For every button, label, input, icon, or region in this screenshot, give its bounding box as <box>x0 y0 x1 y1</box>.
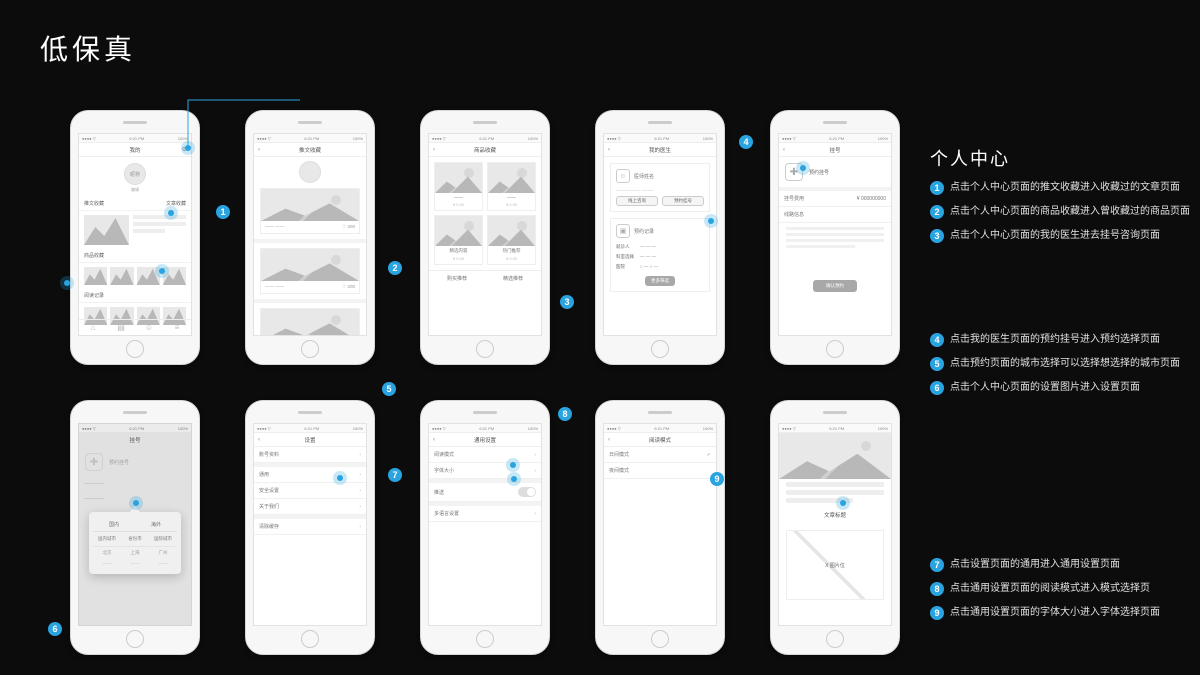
general-item[interactable]: 推送 <box>429 483 541 502</box>
phone-goods: ●●●● ▽6:21 PM100% ‹商品收藏 ——¥ 0.00 ——¥ 0.0… <box>420 110 550 365</box>
flow-badge-4: 4 <box>739 135 753 149</box>
general-item[interactable]: 字体大小› <box>429 463 541 479</box>
mode-item[interactable]: 日间模式✓ <box>604 447 716 463</box>
settings-item[interactable]: 账号资料› <box>254 447 366 463</box>
phone-city: ●●●● ▽6:21 PM100% 挂号 ✚预约挂号 ———— ———— 国内海… <box>70 400 200 655</box>
settings-item[interactable]: 清除缓存› <box>254 519 366 535</box>
flow-badge-1: 1 <box>216 205 230 219</box>
xe-button[interactable]: 更多筛选 <box>645 276 675 286</box>
annotations-group-a: 1点击个人中心页面的推文收藏进入收藏过的文章页面 2点击个人中心页面的商品收藏进… <box>930 178 1190 250</box>
flow-badge-8: 8 <box>558 407 572 421</box>
annotations-group-c: 7点击设置页面的通用进入通用设置页面 8点击通用设置页面的阅读模式进入模式选择页… <box>930 555 1160 627</box>
general-item[interactable]: 阅读模式› <box>429 447 541 463</box>
flow-badge-5: 5 <box>382 382 396 396</box>
consult-button[interactable]: 线上咨询 <box>616 196 658 206</box>
confirm-button[interactable]: 确认预约 <box>813 280 857 292</box>
general-item[interactable]: 多语言设置› <box>429 506 541 522</box>
phone-readmode: ●●●● ▽6:21 PM100% ‹阅读模式 日间模式✓ 夜间模式 <box>595 400 725 655</box>
page-title: 低保真 <box>40 28 136 68</box>
mode-item[interactable]: 夜间模式 <box>604 463 716 479</box>
settings-item[interactable]: 通用› <box>254 467 366 483</box>
doctor-icon: ☺ <box>616 169 630 183</box>
settings-item[interactable]: 安全设置› <box>254 483 366 499</box>
settings-item[interactable]: 关于我们› <box>254 499 366 515</box>
annotations-group-b: 4点击我的医生页面的预约挂号进入预约选择页面 5点击预约页面的城市选择可以选择想… <box>930 330 1180 402</box>
canvas: 低保真 ●●●● ▽6:21 PM100% 我的⚙ 昵称 编辑 推文收藏文章收藏… <box>0 0 1200 675</box>
toggle[interactable] <box>518 487 536 497</box>
phone-appoint: ●●●● ▽6:21 PM100% ‹挂号 ✚预约挂号 挂号费用¥ 000000… <box>770 110 900 365</box>
phone-general: ●●●● ▽6:21 PM100% ‹通用设置 阅读模式› 字体大小› 推送 多… <box>420 400 550 655</box>
flow-badge-6: 6 <box>48 622 62 636</box>
section-title: 个人中心 <box>930 145 1010 171</box>
tabbar[interactable]: ⌂▤☺≡ <box>79 319 191 335</box>
phone-settings: ●●●● ▽6:21 PM100% ‹设置 账号资料› 通用› 安全设置› 关于… <box>245 400 375 655</box>
phone-profile: ●●●● ▽6:21 PM100% 我的⚙ 昵称 编辑 推文收藏文章收藏 商品收… <box>70 110 200 365</box>
image-placeholder: X 图片位 <box>786 530 884 600</box>
flow-badge-3: 3 <box>560 295 574 309</box>
phone-article: ●●●● ▽6:21 PM100% 文章标题 X 图片位 <box>770 400 900 655</box>
record-icon: ▣ <box>616 224 630 238</box>
flow-badge-2: 2 <box>388 261 402 275</box>
appoint-button[interactable]: 预约挂号 <box>662 196 704 206</box>
phone-feed: ●●●● ▽6:21 PM100% ‹推文收藏 —— ——♡ 200 —— ——… <box>245 110 375 365</box>
flow-badge-9: 9 <box>710 472 724 486</box>
city-modal[interactable]: 国内海外 国内城市 省份市 国际城市 北京 上海 广州 —————— <box>89 512 181 574</box>
phone-doctor: ●●●● ▽6:21 PM100% ‹我的医生 ☺医师姓名 —————— ———… <box>595 110 725 365</box>
flow-badge-7: 7 <box>388 468 402 482</box>
avatar[interactable]: 昵称 <box>124 163 146 185</box>
